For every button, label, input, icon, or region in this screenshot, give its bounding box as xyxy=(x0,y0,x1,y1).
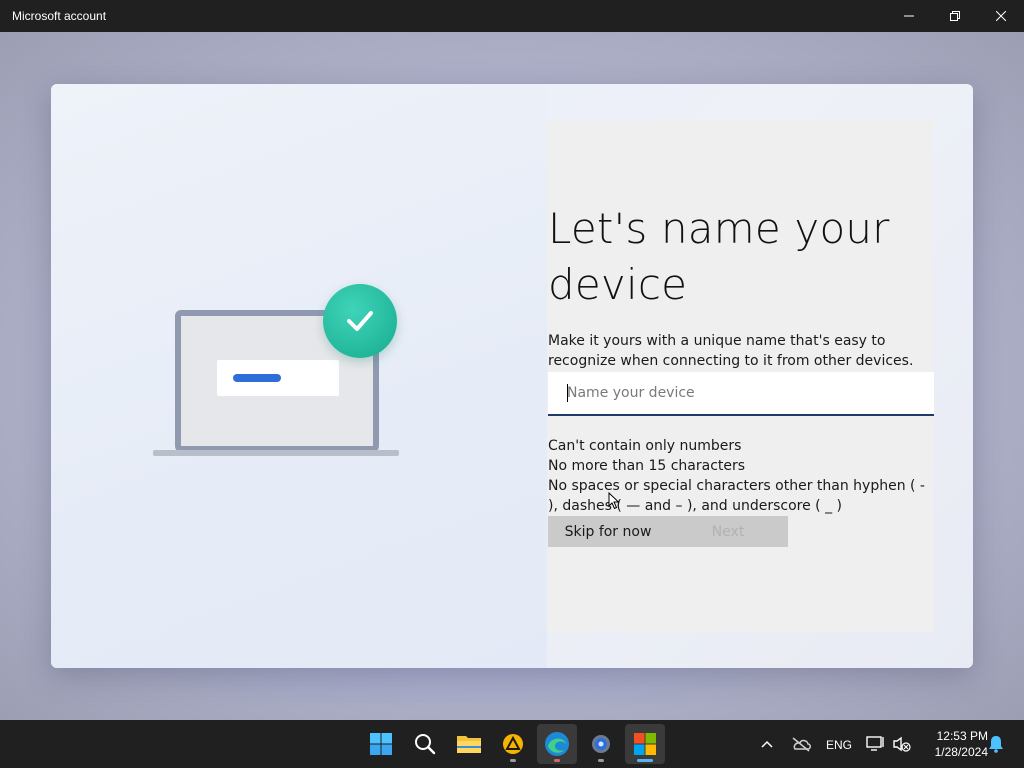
checkmark-icon xyxy=(323,284,397,358)
search-icon[interactable] xyxy=(405,724,445,764)
close-icon[interactable] xyxy=(978,0,1024,32)
settings-icon[interactable] xyxy=(581,724,621,764)
language-indicator[interactable]: ENG xyxy=(826,738,852,752)
volume-muted-icon[interactable] xyxy=(892,720,912,768)
active-indicator xyxy=(637,759,653,762)
running-indicator xyxy=(554,759,560,762)
file-explorer-icon[interactable] xyxy=(449,724,489,764)
network-icon[interactable] xyxy=(866,720,886,768)
window-controls xyxy=(886,0,1024,32)
device-name-input[interactable] xyxy=(548,372,934,416)
rule-item: Can't contain only numbers xyxy=(548,438,742,454)
window-title: Microsoft account xyxy=(12,9,107,23)
start-icon[interactable] xyxy=(361,724,401,764)
rule-item: No spaces or special characters other th… xyxy=(548,478,925,514)
page-title: Let's name your device xyxy=(548,201,928,313)
app-icon[interactable] xyxy=(493,724,533,764)
tray-overflow-icon[interactable] xyxy=(760,720,774,768)
clock-date: 1/28/2024 xyxy=(934,745,988,759)
laptop-name-bar xyxy=(217,360,339,396)
edge-icon[interactable] xyxy=(537,724,577,764)
naming-rules: Can't contain only numbers No more than … xyxy=(548,436,938,516)
running-indicator xyxy=(598,759,604,762)
oobe-background: Let's name your device Make it yours wit… xyxy=(0,32,1024,720)
onedrive-icon[interactable] xyxy=(790,720,812,768)
window-titlebar: Microsoft account xyxy=(0,0,1024,32)
page-title-line2: device xyxy=(548,260,688,309)
store-icon[interactable] xyxy=(625,724,665,764)
taskbar-clock[interactable]: 12:53 PM 1/28/2024 xyxy=(918,728,988,760)
restore-icon[interactable] xyxy=(932,0,978,32)
oobe-card: Let's name your device Make it yours wit… xyxy=(51,84,973,668)
text-caret xyxy=(567,384,568,402)
skip-button[interactable]: Skip for now xyxy=(548,516,668,547)
running-indicator xyxy=(510,759,516,762)
laptop-base xyxy=(153,450,399,456)
rule-item: No more than 15 characters xyxy=(548,458,746,474)
minimize-icon[interactable] xyxy=(886,0,932,32)
name-bar-pill xyxy=(233,374,281,382)
page-title-line1: Let's name your xyxy=(548,204,890,253)
button-row: Skip for now Next xyxy=(548,516,788,547)
notification-bell-icon[interactable] xyxy=(988,720,1004,768)
clock-time: 12:53 PM xyxy=(936,729,988,743)
laptop-illustration xyxy=(153,284,403,464)
taskbar: ENG 12:53 PM 1/28/2024 xyxy=(0,720,1024,768)
mouse-pointer-icon xyxy=(608,492,620,510)
next-button[interactable]: Next xyxy=(668,516,788,547)
